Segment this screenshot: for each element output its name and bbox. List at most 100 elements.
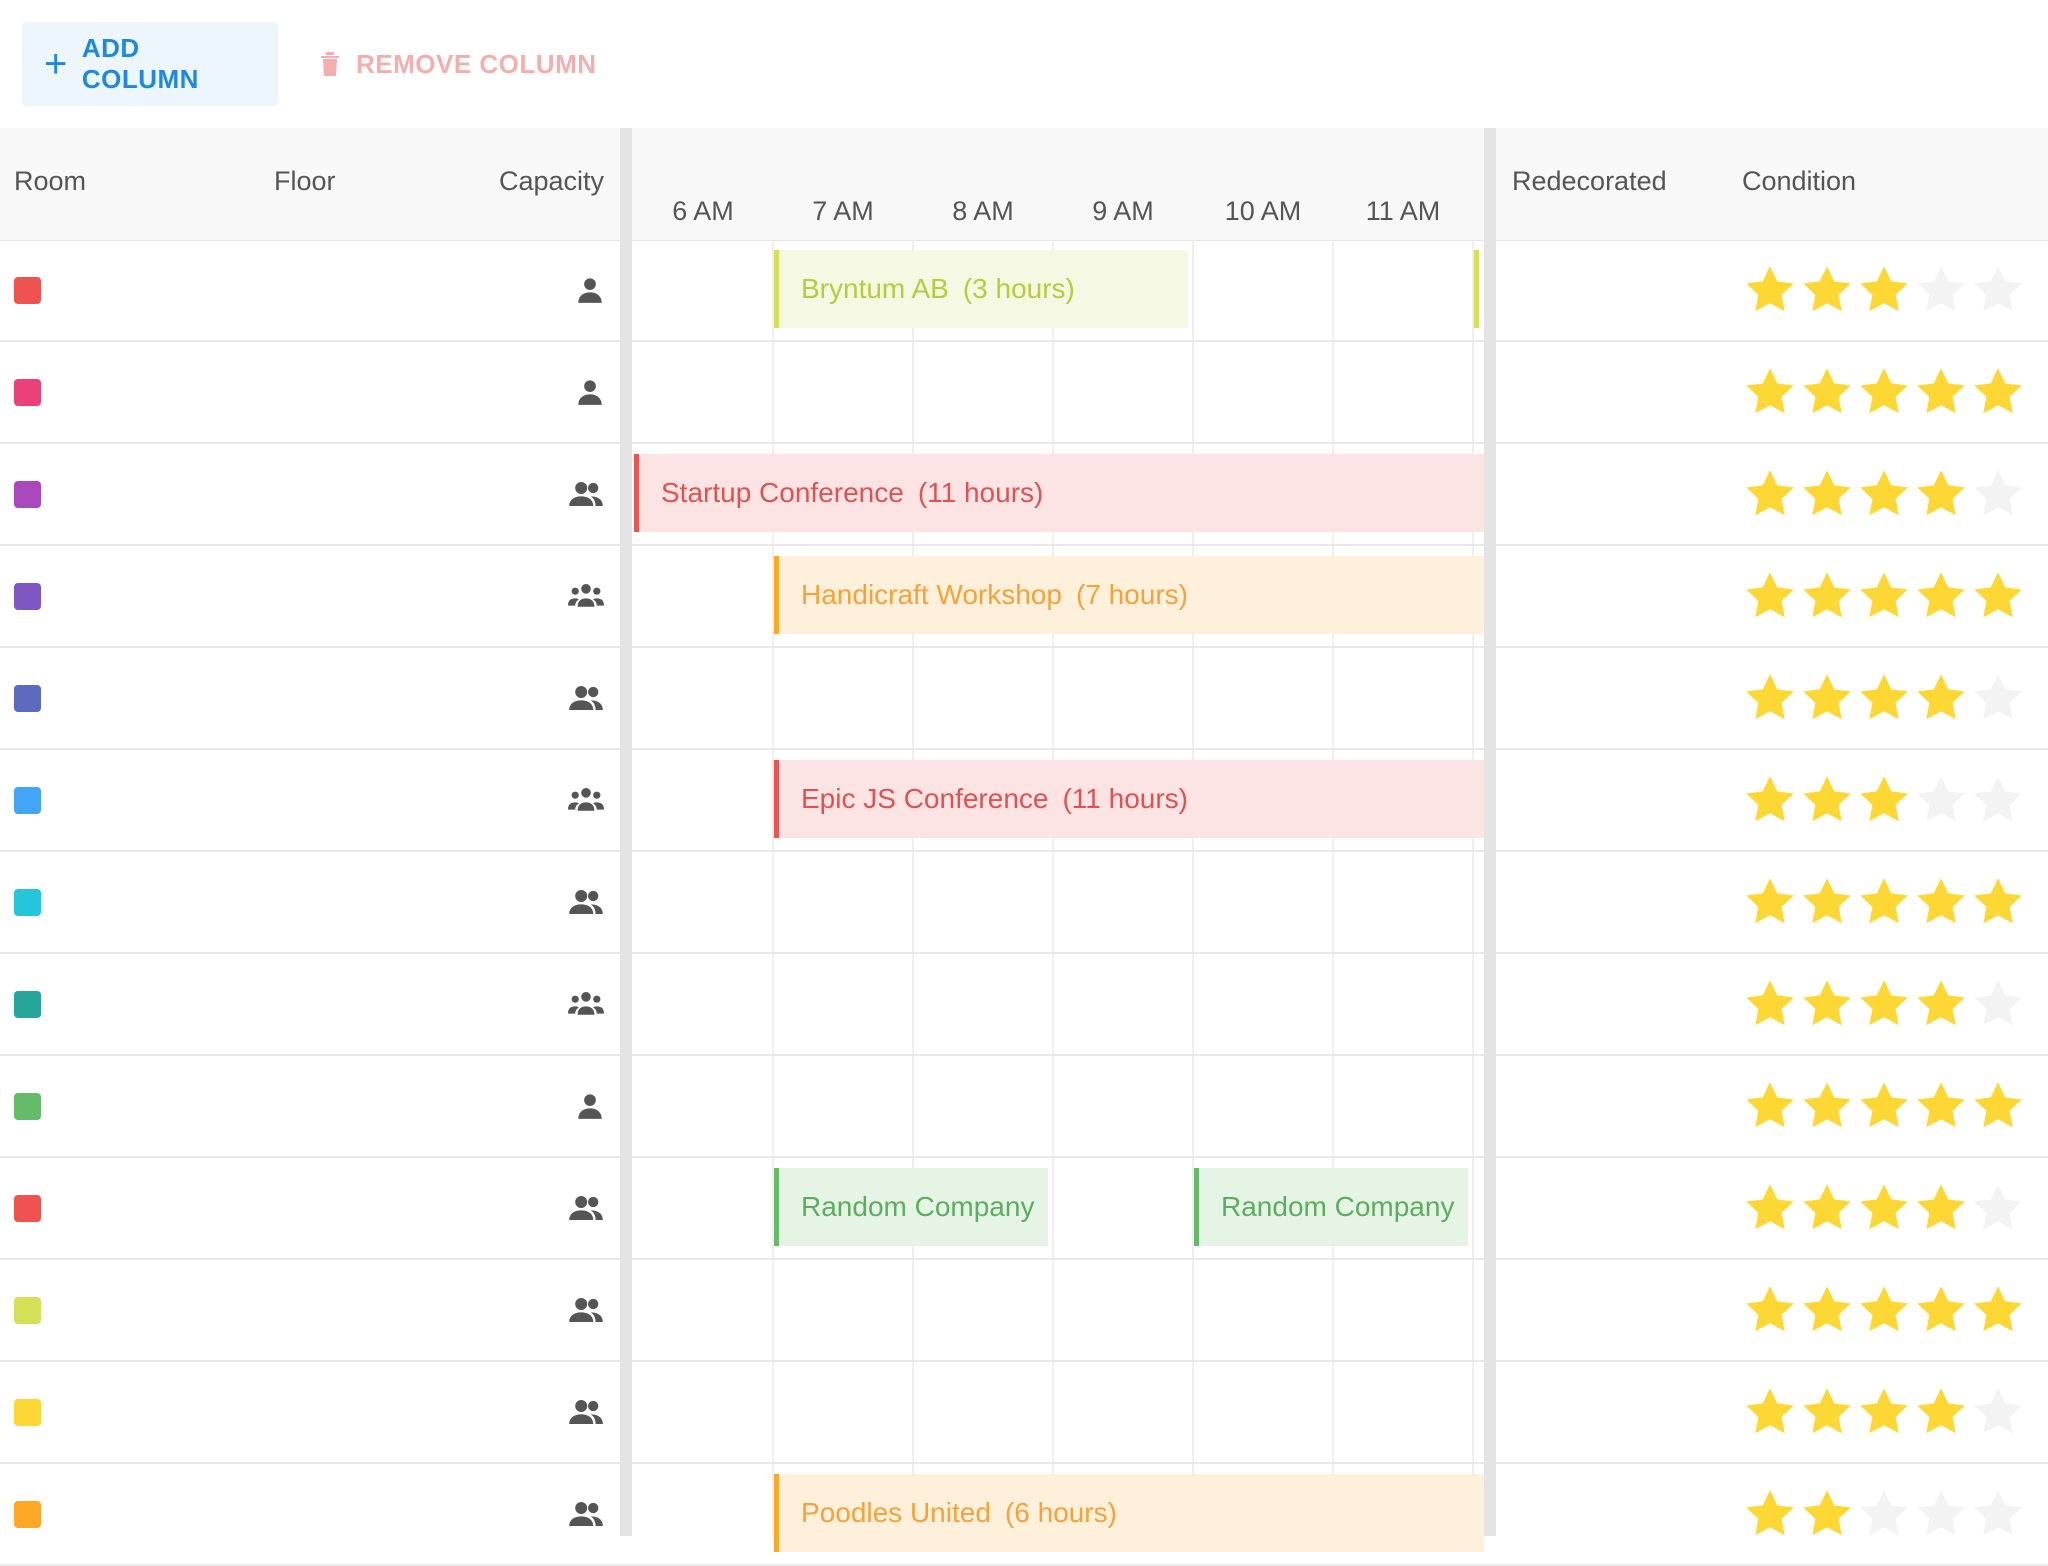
star-filled-icon[interactable] [1742,874,1798,930]
star-empty-icon[interactable] [1970,1180,2026,1236]
star-filled-icon[interactable] [1742,364,1798,420]
star-filled-icon[interactable] [1970,1078,2026,1134]
star-filled-icon[interactable] [1856,1180,1912,1236]
condition-rating[interactable] [1742,1260,2042,1360]
star-filled-icon[interactable] [1913,364,1969,420]
star-filled-icon[interactable] [1799,262,1855,318]
star-filled-icon[interactable] [1742,1282,1798,1338]
column-header-condition[interactable]: Condition [1742,166,1856,197]
star-filled-icon[interactable] [1856,262,1912,318]
star-filled-icon[interactable] [1970,364,2026,420]
star-empty-icon[interactable] [1913,262,1969,318]
star-filled-icon[interactable] [1913,466,1969,522]
condition-rating[interactable] [1742,342,2042,442]
star-filled-icon[interactable] [1799,466,1855,522]
event-bar[interactable]: Random Company [1194,1168,1468,1246]
star-filled-icon[interactable] [1913,1180,1969,1236]
table-row[interactable] [0,1260,2048,1362]
star-filled-icon[interactable] [1799,1282,1855,1338]
star-empty-icon[interactable] [1970,1486,2026,1542]
table-row[interactable] [0,1362,2048,1464]
event-bar[interactable]: Bryntum AB (3 hours) [774,250,1188,328]
star-filled-icon[interactable] [1913,874,1969,930]
column-header-floor[interactable]: Floor [274,166,336,197]
star-filled-icon[interactable] [1970,874,2026,930]
star-empty-icon[interactable] [1970,466,2026,522]
star-empty-icon[interactable] [1856,1486,1912,1542]
star-filled-icon[interactable] [1856,364,1912,420]
star-filled-icon[interactable] [1913,976,1969,1032]
event-bar[interactable]: Random Company [774,1168,1048,1246]
event-bar[interactable]: Poodles United (6 hours) [774,1474,1484,1552]
column-header-room[interactable]: Room [14,166,86,197]
star-filled-icon[interactable] [1799,772,1855,828]
condition-rating[interactable] [1742,954,2042,1054]
star-filled-icon[interactable] [1799,670,1855,726]
star-filled-icon[interactable] [1856,670,1912,726]
star-filled-icon[interactable] [1742,1486,1798,1542]
star-filled-icon[interactable] [1742,1078,1798,1134]
star-filled-icon[interactable] [1742,262,1798,318]
condition-rating[interactable] [1742,444,2042,544]
star-filled-icon[interactable] [1913,568,1969,624]
star-filled-icon[interactable] [1856,466,1912,522]
column-header-capacity[interactable]: Capacity [380,166,604,197]
star-filled-icon[interactable] [1742,568,1798,624]
star-filled-icon[interactable] [1856,976,1912,1032]
star-filled-icon[interactable] [1970,1282,2026,1338]
event-bar[interactable]: Startup Conference (11 hours) [634,454,1484,532]
star-filled-icon[interactable] [1856,772,1912,828]
star-filled-icon[interactable] [1799,568,1855,624]
right-splitter[interactable] [1484,128,1496,1536]
star-filled-icon[interactable] [1856,1282,1912,1338]
star-empty-icon[interactable] [1913,1486,1969,1542]
condition-rating[interactable] [1742,750,2042,850]
condition-rating[interactable] [1742,240,2042,340]
table-row[interactable] [0,954,2048,1056]
remove-column-button[interactable]: REMOVE COLUMN [296,22,619,106]
table-row[interactable] [0,648,2048,750]
condition-rating[interactable] [1742,1362,2042,1462]
star-filled-icon[interactable] [1913,670,1969,726]
add-column-button[interactable]: + ADD COLUMN [22,22,278,106]
star-filled-icon[interactable] [1913,1384,1969,1440]
star-empty-icon[interactable] [1970,262,2026,318]
star-empty-icon[interactable] [1913,772,1969,828]
left-splitter[interactable] [620,128,632,1536]
star-filled-icon[interactable] [1970,568,2026,624]
star-filled-icon[interactable] [1856,1078,1912,1134]
event-bar[interactable]: Epic JS Conference (11 hours) [774,760,1484,838]
star-filled-icon[interactable] [1799,1180,1855,1236]
column-header-redecorated[interactable]: Redecorated [1512,166,1667,197]
star-empty-icon[interactable] [1970,1384,2026,1440]
star-filled-icon[interactable] [1799,1486,1855,1542]
table-row[interactable] [0,852,2048,954]
star-filled-icon[interactable] [1856,874,1912,930]
star-filled-icon[interactable] [1799,1078,1855,1134]
star-filled-icon[interactable] [1913,1282,1969,1338]
star-filled-icon[interactable] [1799,976,1855,1032]
star-filled-icon[interactable] [1799,364,1855,420]
table-row[interactable] [0,1056,2048,1158]
condition-rating[interactable] [1742,852,2042,952]
star-filled-icon[interactable] [1742,466,1798,522]
event-bar[interactable]: Handicraft Workshop (7 hours) [774,556,1484,634]
star-filled-icon[interactable] [1742,1180,1798,1236]
star-filled-icon[interactable] [1799,1384,1855,1440]
star-filled-icon[interactable] [1856,1384,1912,1440]
table-row[interactable] [0,342,2048,444]
star-filled-icon[interactable] [1742,1384,1798,1440]
star-filled-icon[interactable] [1742,976,1798,1032]
condition-rating[interactable] [1742,648,2042,748]
star-filled-icon[interactable] [1856,568,1912,624]
condition-rating[interactable] [1742,1464,2042,1564]
star-empty-icon[interactable] [1970,670,2026,726]
star-filled-icon[interactable] [1913,1078,1969,1134]
condition-rating[interactable] [1742,1056,2042,1156]
star-empty-icon[interactable] [1970,772,2026,828]
star-empty-icon[interactable] [1970,976,2026,1032]
star-filled-icon[interactable] [1742,670,1798,726]
condition-rating[interactable] [1742,546,2042,646]
condition-rating[interactable] [1742,1158,2042,1258]
star-filled-icon[interactable] [1799,874,1855,930]
